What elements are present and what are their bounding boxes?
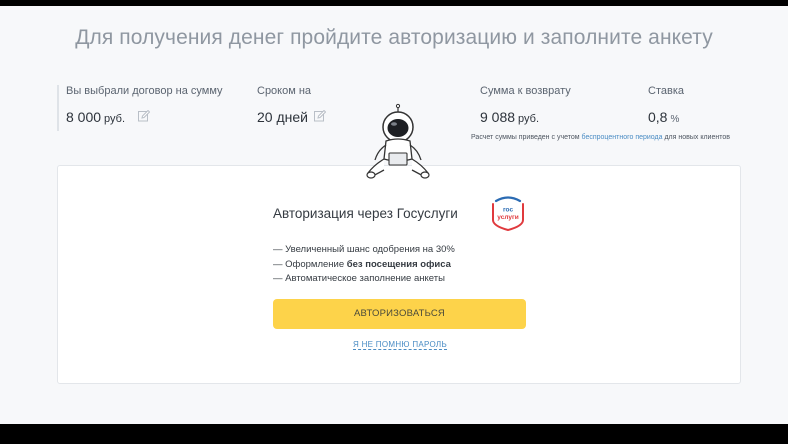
calculation-note: Расчет суммы приведен с учетом беспроцен… xyxy=(471,134,730,141)
gosuslugi-logo-top: гос xyxy=(503,207,514,214)
amount-label: Вы выбрали договор на сумму xyxy=(66,85,223,97)
astronaut-mascot-icon xyxy=(366,103,430,179)
auth-features-list: — Увеличенный шанс одобрения на 30% — Оф… xyxy=(273,243,455,287)
summary-divider xyxy=(57,85,59,131)
feature-bold-text: без посещения офиса xyxy=(346,258,451,270)
note-text-before: Расчет суммы приведен с учетом xyxy=(471,134,582,141)
page-heading: Для получения денег пройдите авторизацию… xyxy=(75,26,713,49)
return-number: 9 088 xyxy=(480,109,516,125)
rate-unit: % xyxy=(670,114,680,125)
auth-title: Авторизация через Госуслуги xyxy=(273,206,458,221)
feature-item: — Оформление без посещения офиса xyxy=(273,258,455,273)
amount-unit: руб. xyxy=(104,113,126,125)
amount-number: 8 000 xyxy=(66,109,102,125)
return-value: 9 088 руб. xyxy=(480,109,539,125)
feature-text: — Автоматическое заполнение анкеты xyxy=(273,273,445,284)
rate-number: 0,8 xyxy=(648,109,668,125)
authorize-button[interactable]: АВТОРИЗОВАТЬСЯ xyxy=(273,299,526,329)
amount-value: 8 000 руб. xyxy=(66,109,125,125)
term-label: Сроком на xyxy=(257,85,312,97)
feature-item: — Увеличенный шанс одобрения на 30% xyxy=(273,243,455,258)
feature-text: — Оформление xyxy=(273,258,347,270)
gosuslugi-logo-bottom: услуги xyxy=(497,214,518,221)
feature-item: — Автоматическое заполнение анкеты xyxy=(273,272,455,287)
return-label: Сумма к возврату xyxy=(480,85,571,97)
rate-label: Ставка xyxy=(648,85,684,97)
interest-free-period-link[interactable]: беспроцентного периода xyxy=(582,134,663,141)
return-unit: руб. xyxy=(518,113,540,125)
forgot-password: Я НЕ ПОМНЮ ПАРОЛЬ xyxy=(58,340,742,350)
gosuslugi-logo: гос услуги xyxy=(492,196,524,231)
note-text-after: для новых клиентов xyxy=(662,134,730,141)
rate-value: 0,8% xyxy=(648,109,679,125)
edit-amount-icon[interactable] xyxy=(138,110,150,122)
page: Для получения денег пройдите авторизацию… xyxy=(0,6,788,424)
forgot-password-link[interactable]: Я НЕ ПОМНЮ ПАРОЛЬ xyxy=(352,340,448,350)
term-value: 20 дней xyxy=(257,109,308,125)
auth-card: Авторизация через Госуслуги гос услуги —… xyxy=(57,165,741,384)
edit-term-icon[interactable] xyxy=(314,110,326,122)
feature-text: — Увеличенный шанс одобрения на 30% xyxy=(273,244,455,255)
